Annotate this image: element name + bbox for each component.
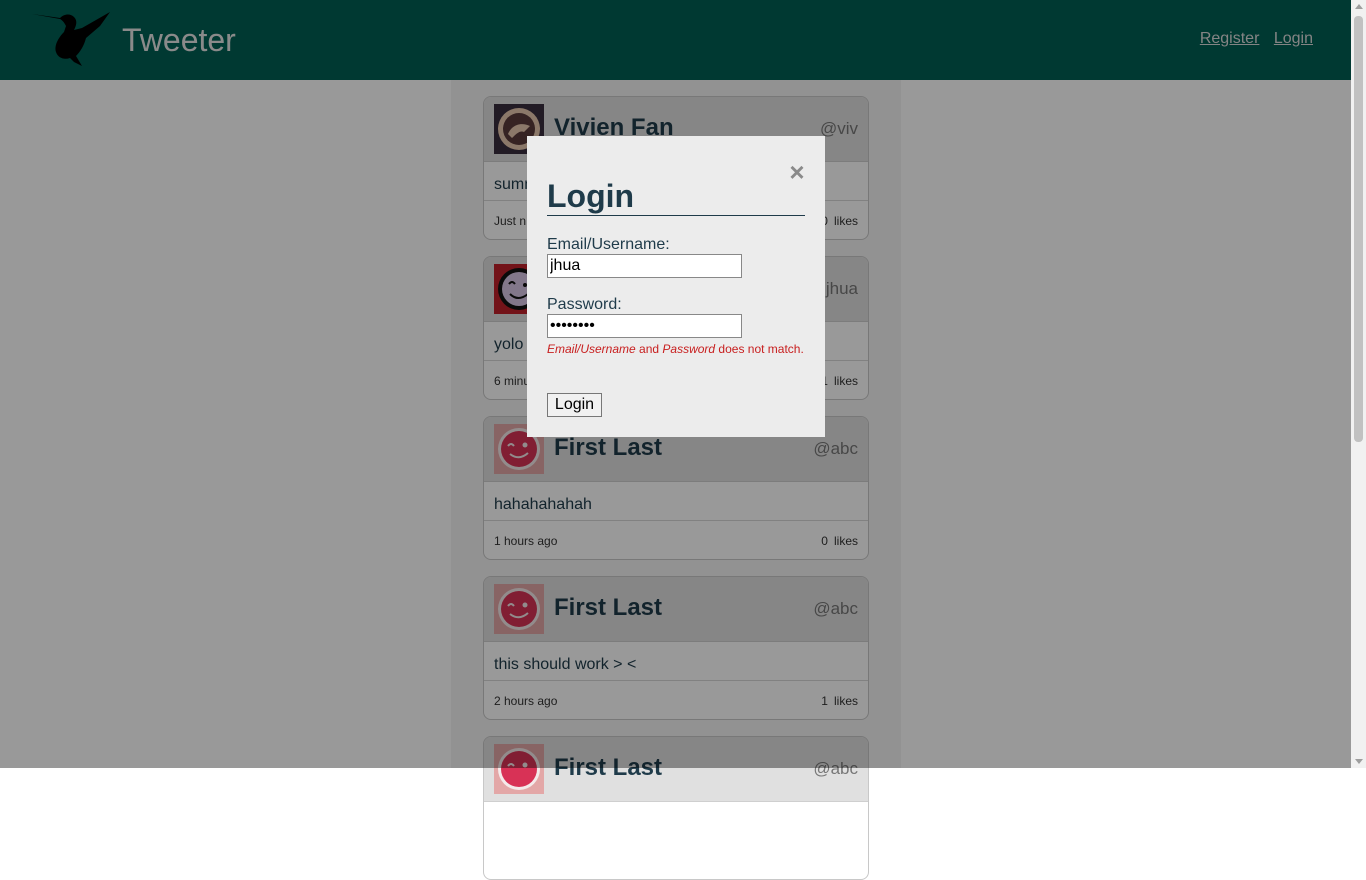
login-title: Login (547, 177, 805, 216)
email-field[interactable] (547, 254, 742, 278)
page: Tweeter Register Login Vivien Fan @viv s… (0, 0, 1351, 880)
error-field-password: Password (662, 342, 716, 356)
login-button[interactable]: Login (547, 393, 602, 417)
scrollbar[interactable] (1351, 0, 1366, 768)
scroll-up-icon[interactable] (1355, 4, 1363, 9)
password-label: Password: (547, 296, 622, 313)
scroll-down-icon[interactable] (1355, 759, 1363, 764)
password-field[interactable] (547, 314, 742, 338)
error-field-email: Email/Username (547, 342, 636, 356)
error-message: Email/Username and Password does not mat… (547, 342, 804, 356)
error-and: and (635, 342, 663, 356)
error-tail: does not match. (715, 342, 804, 356)
scrollbar-thumb[interactable] (1354, 16, 1363, 442)
email-label: Email/Username: (547, 236, 670, 253)
